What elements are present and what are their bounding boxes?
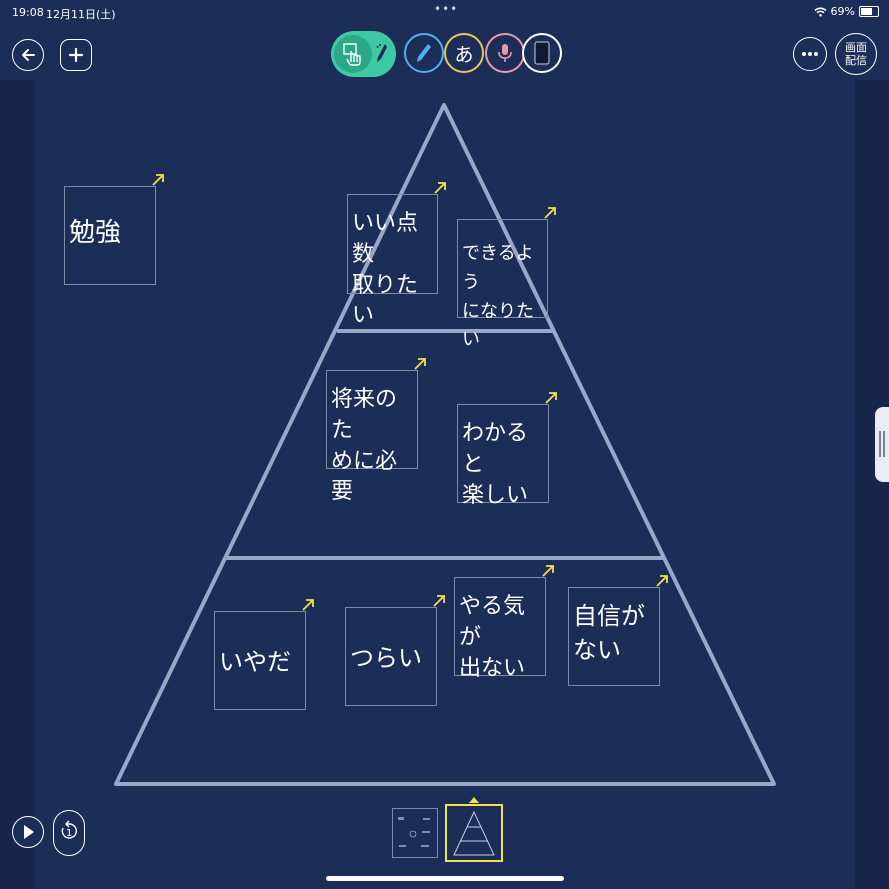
battery-icon <box>859 6 879 17</box>
card-benkyou-line1: 勉強 <box>69 218 122 248</box>
side-panel-handle[interactable] <box>875 407 889 482</box>
ellipsis-icon <box>802 52 818 56</box>
thumbnail-preview <box>453 810 495 856</box>
pen-tool-button[interactable] <box>404 33 444 73</box>
status-date: 12月11日(土) <box>46 8 116 21</box>
card-yaruki-line1: やる気が <box>459 594 526 650</box>
plus-icon <box>68 47 84 63</box>
card-shourai-line2: めに必要 <box>331 448 398 505</box>
history-count: 1 <box>66 828 73 839</box>
selected-indicator-icon <box>469 797 479 803</box>
card-yaruki-line2: 出ない <box>459 655 526 681</box>
pyramid-diagram <box>114 103 776 786</box>
wifi-icon <box>813 7 827 17</box>
card-dekiru-line1: できるよう <box>462 243 534 293</box>
expand-arrow-icon[interactable] <box>301 598 315 612</box>
expand-arrow-icon[interactable] <box>433 181 447 195</box>
share-label-line1: 画面 <box>845 41 867 54</box>
card-iyada[interactable]: いやだ <box>214 599 314 710</box>
text-tool-label: あ <box>454 43 474 66</box>
microphone-icon <box>498 44 512 62</box>
back-button[interactable] <box>12 39 44 71</box>
page-thumbnail-2-selected[interactable] <box>445 797 503 862</box>
expand-arrow-icon[interactable] <box>544 391 558 405</box>
card-dekiru[interactable]: できるよう になりたい <box>457 207 556 350</box>
arrow-left-icon <box>22 49 35 61</box>
status-right: 69% <box>813 5 879 18</box>
card-benkyou[interactable]: 勉強 <box>64 174 164 285</box>
card-dekiru-line2: になりたい <box>462 300 534 351</box>
card-shourai-line1: 将来のた <box>331 387 398 443</box>
expand-arrow-icon[interactable] <box>413 357 427 371</box>
card-iyada-line1: いやだ <box>219 648 291 676</box>
expand-arrow-icon[interactable] <box>432 594 446 608</box>
add-button[interactable] <box>60 39 92 71</box>
home-indicator[interactable] <box>326 876 564 881</box>
page-thumbnail-1[interactable] <box>392 808 438 858</box>
history-button[interactable]: 1 <box>53 810 85 856</box>
status-bar: 19:08 12月11日(土) ••• 69% <box>0 0 889 26</box>
expand-arrow-icon[interactable] <box>151 173 165 187</box>
screen-share-button[interactable]: 画面 配信 <box>835 33 877 75</box>
handle-grip-line <box>879 431 881 457</box>
handle-grip-line <box>883 431 885 457</box>
pen-mode-icon[interactable] <box>375 43 389 65</box>
card-iitensuu-line2: 取りたい <box>352 272 419 329</box>
expand-arrow-icon[interactable] <box>541 564 555 578</box>
more-button[interactable] <box>793 37 827 71</box>
tap-select-icon <box>343 43 361 66</box>
status-time: 19:08 <box>12 6 44 19</box>
audio-tool-button[interactable] <box>485 33 525 73</box>
play-button[interactable] <box>12 816 44 848</box>
expand-arrow-icon[interactable] <box>543 206 557 220</box>
card-wakaru-line2: 楽しい <box>462 482 529 508</box>
card-wakaru-line1: わかると <box>462 421 529 477</box>
card-tsurai[interactable]: つらい <box>345 595 445 706</box>
battery-percent: 69% <box>830 5 855 18</box>
play-icon <box>24 825 34 839</box>
card-tool-button[interactable] <box>522 33 562 73</box>
text-tool-button[interactable]: あ <box>444 33 484 73</box>
card-jishin-line2: ない <box>573 635 621 664</box>
share-label-line2: 配信 <box>845 54 867 67</box>
multitask-dots[interactable]: ••• <box>434 2 458 16</box>
battery-fill <box>861 8 872 15</box>
card-yaruki[interactable]: やる気が 出ない <box>454 565 554 681</box>
card-shourai[interactable]: 将来のた めに必要 <box>326 358 426 504</box>
card-tsurai-line1: つらい <box>350 644 422 672</box>
select-mode-knob[interactable] <box>334 35 372 73</box>
card-iitensuu-line1: いい点数 <box>352 211 419 267</box>
mode-toggle[interactable] <box>331 31 396 77</box>
left-margin <box>0 80 34 889</box>
card-iitensuu[interactable]: いい点数 取りたい <box>347 182 446 328</box>
expand-arrow-icon[interactable] <box>655 574 669 588</box>
card-wakaru[interactable]: わかると 楽しい <box>457 392 557 508</box>
card-jishin-line1: 自信が <box>573 602 645 630</box>
thumbnail-preview <box>398 817 430 847</box>
right-margin <box>855 80 889 889</box>
pen-icon <box>417 44 431 62</box>
blank-card-icon <box>534 41 550 65</box>
card-jishin[interactable]: 自信が ない <box>568 575 668 686</box>
